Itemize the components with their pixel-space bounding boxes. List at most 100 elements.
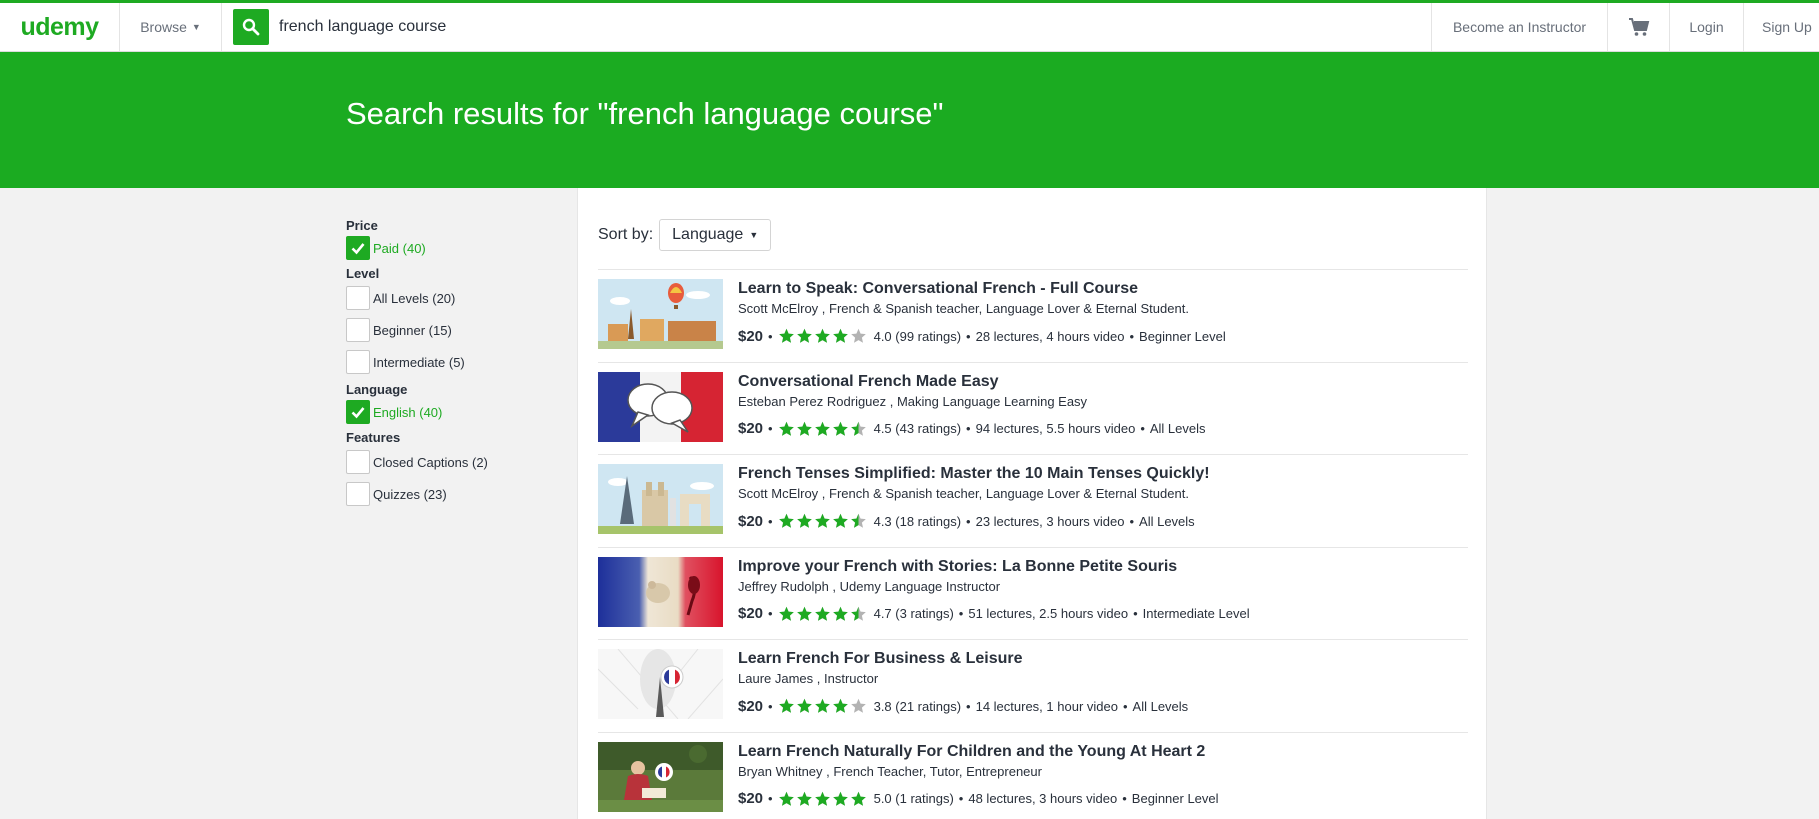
course-row[interactable]: French Tenses Simplified: Master the 10 …	[598, 455, 1468, 548]
course-title[interactable]: Learn French Naturally For Children and …	[738, 742, 1219, 762]
separator-dot: •	[768, 606, 773, 621]
filter-heading-features: Features	[346, 430, 401, 445]
browse-menu[interactable]: Browse ▼	[120, 3, 222, 51]
rating-text: 4.0 (99 ratings)	[873, 328, 962, 344]
sort-dropdown[interactable]: Language ▼	[659, 219, 772, 251]
course-price: $20	[738, 327, 764, 345]
rating-text: 4.3 (18 ratings)	[873, 513, 962, 529]
search-banner: Search results for "french language cour…	[0, 52, 1819, 188]
filter-beginner[interactable]: Beginner (15)	[346, 314, 566, 346]
separator-dot: •	[768, 421, 773, 436]
filter-paid[interactable]: Paid (40)	[346, 234, 566, 262]
filter-intermediate[interactable]: Intermediate (5)	[346, 346, 566, 378]
star-rating	[778, 513, 868, 529]
rating-text: 3.8 (21 ratings)	[873, 698, 962, 714]
course-meta: $20 • 5.0 (1 ratings) • 48 lectures, 3 h…	[738, 789, 1219, 809]
star-icon	[778, 513, 794, 528]
checkbox[interactable]	[346, 450, 370, 474]
star-rating	[778, 698, 868, 714]
star-icon	[796, 328, 812, 343]
star-icon	[850, 791, 866, 806]
star-rating	[778, 791, 868, 807]
star-icon	[796, 791, 812, 806]
filter-quizzes[interactable]: Quizzes (23)	[346, 478, 566, 510]
login-link[interactable]: Login	[1669, 3, 1743, 51]
course-thumbnail[interactable]	[598, 741, 723, 812]
checkbox[interactable]	[346, 350, 370, 374]
course-meta: $20 • 4.5 (43 ratings) • 94 lectures, 5.…	[738, 419, 1206, 439]
filter-label: Quizzes (23)	[373, 486, 447, 502]
star-icon	[832, 513, 848, 528]
separator-dot: •	[1129, 328, 1135, 344]
course-price: $20	[738, 420, 764, 437]
star-icon	[850, 328, 866, 343]
star-icon	[778, 791, 794, 806]
course-info: French Tenses Simplified: Master the 10 …	[738, 464, 1210, 531]
separator-dot: •	[966, 698, 971, 714]
course-info: Improve your French with Stories: La Bon…	[738, 557, 1250, 624]
separator-dot: •	[966, 513, 971, 529]
separator-dot: •	[1122, 698, 1128, 714]
page-title: Search results for "french language cour…	[346, 96, 944, 131]
course-title[interactable]: Conversational French Made Easy	[738, 372, 1206, 392]
filter-label: Beginner (15)	[373, 322, 452, 338]
filter-all-levels[interactable]: All Levels (20)	[346, 282, 566, 314]
star-icon	[796, 698, 812, 713]
course-title[interactable]: French Tenses Simplified: Master the 10 …	[738, 464, 1210, 484]
separator-dot: •	[768, 791, 773, 806]
course-meta: $20 • 3.8 (21 ratings) • 14 lectures, 1 …	[738, 696, 1188, 716]
course-title[interactable]: Learn to Speak: Conversational French - …	[738, 279, 1226, 299]
checkmark-icon	[351, 407, 365, 419]
course-row[interactable]: Conversational French Made Easy Esteban …	[598, 363, 1468, 455]
become-instructor-link[interactable]: Become an Instructor	[1431, 3, 1607, 51]
rating-text: 5.0 (1 ratings)	[873, 791, 954, 806]
course-title[interactable]: Improve your French with Stories: La Bon…	[738, 557, 1250, 577]
star-icon	[778, 698, 794, 713]
course-details: 14 lectures, 1 hour video	[975, 698, 1118, 714]
checkbox[interactable]	[346, 318, 370, 342]
course-info: Learn to Speak: Conversational French - …	[738, 279, 1226, 346]
course-thumbnail[interactable]	[598, 556, 723, 627]
course-row[interactable]: Learn French Naturally For Children and …	[598, 733, 1468, 819]
caret-down-icon: ▼	[749, 230, 759, 240]
filter-label: Closed Captions (2)	[373, 454, 488, 470]
star-icon	[832, 698, 848, 713]
course-title[interactable]: Learn French For Business & Leisure	[738, 649, 1188, 669]
course-details: 94 lectures, 5.5 hours video	[975, 421, 1136, 436]
cart-button[interactable]	[1607, 3, 1669, 51]
course-instructor: Scott McElroy , French & Spanish teacher…	[738, 486, 1189, 501]
course-list: Learn to Speak: Conversational French - …	[598, 269, 1468, 819]
search-button[interactable]	[233, 9, 269, 45]
star-icon	[832, 606, 848, 621]
separator-dot: •	[958, 791, 964, 806]
course-thumbnail[interactable]	[598, 279, 723, 349]
course-row[interactable]: Learn French For Business & Leisure Laur…	[598, 640, 1468, 733]
course-meta: $20 • 4.0 (99 ratings) • 28 lectures, 4 …	[738, 326, 1226, 346]
course-row[interactable]: Improve your French with Stories: La Bon…	[598, 548, 1468, 640]
filter-sidebar: Price Paid (40) Level All Levels (20) Be…	[346, 218, 566, 510]
checkbox[interactable]	[346, 236, 370, 260]
checkbox[interactable]	[346, 400, 370, 424]
browse-label: Browse	[140, 19, 187, 35]
search-input[interactable]	[279, 18, 879, 36]
course-thumbnail[interactable]	[598, 649, 723, 719]
rating-text: 4.7 (3 ratings)	[873, 606, 954, 621]
star-icon	[796, 513, 812, 528]
star-icon	[832, 328, 848, 343]
filter-closed-captions[interactable]: Closed Captions (2)	[346, 446, 566, 478]
checkbox[interactable]	[346, 482, 370, 506]
course-row[interactable]: Learn to Speak: Conversational French - …	[598, 270, 1468, 363]
separator-dot: •	[958, 606, 964, 621]
udemy-logo[interactable]: udemy	[0, 3, 120, 51]
search-icon	[242, 18, 260, 36]
filter-heading-level: Level	[346, 266, 380, 281]
separator-dot: •	[1129, 513, 1135, 529]
signup-link[interactable]: Sign Up	[1743, 3, 1819, 51]
filter-english[interactable]: English (40)	[346, 398, 566, 426]
checkbox[interactable]	[346, 286, 370, 310]
course-thumbnail[interactable]	[598, 371, 723, 442]
course-instructor: Bryan Whitney , French Teacher, Tutor, E…	[738, 763, 1042, 779]
star-icon	[814, 421, 830, 436]
course-thumbnail[interactable]	[598, 464, 723, 534]
course-instructor: Scott McElroy , French & Spanish teacher…	[738, 301, 1189, 316]
